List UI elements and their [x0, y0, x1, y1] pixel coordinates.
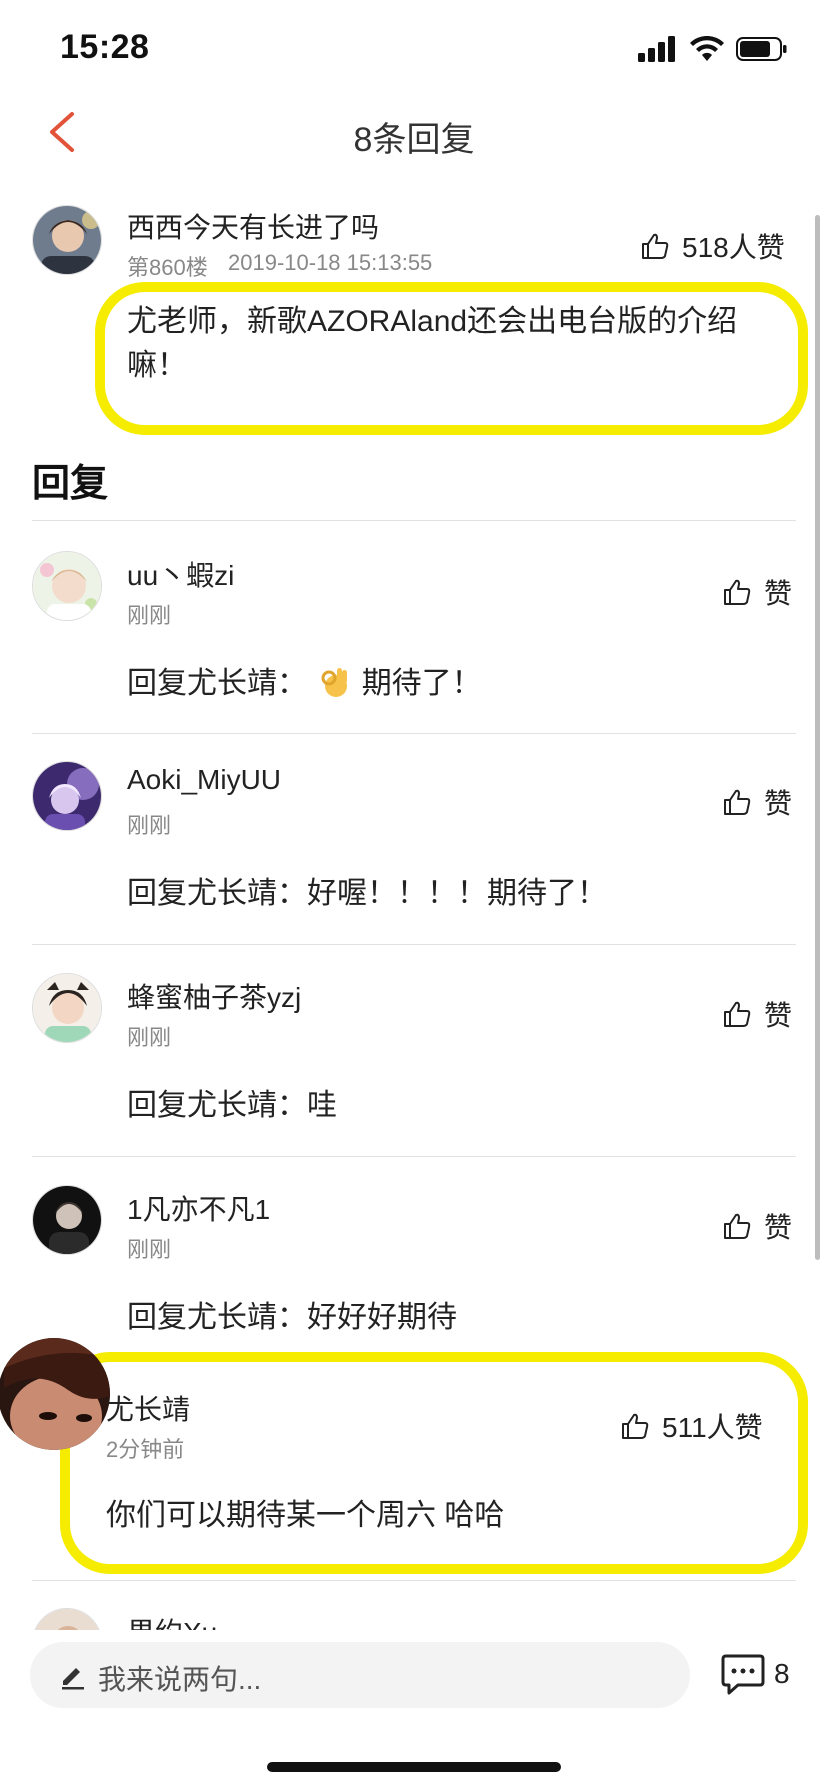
floor-number: 第860楼 — [127, 255, 208, 280]
divider — [32, 1580, 796, 1581]
reply-text: 你们可以期待某一个周六 哈哈 — [106, 1499, 505, 1532]
reply-time: 刚刚 — [127, 1025, 172, 1050]
reply-time: 刚刚 — [127, 813, 172, 838]
like-button[interactable]: 赞 — [722, 782, 792, 822]
thumbs-up-icon — [724, 1001, 751, 1027]
thumbs-up-icon — [724, 789, 751, 815]
reply-text: 回复尤长靖：好好好期待 — [127, 1301, 457, 1334]
comment-icon — [721, 1654, 765, 1695]
like-button[interactable]: 511人赞 — [620, 1406, 763, 1446]
page-title: 8条回复 — [353, 121, 475, 159]
thumbs-up-icon — [622, 1413, 649, 1439]
user-name[interactable]: Aoki_MiyUU — [127, 764, 281, 796]
like-label: 赞 — [764, 1000, 793, 1031]
highlight-ring — [95, 282, 808, 435]
reply-time: 刚刚 — [127, 1237, 172, 1262]
divider — [32, 520, 796, 521]
divider — [32, 733, 796, 734]
reply-text-suffix: 期待了！ — [361, 667, 482, 700]
status-icons — [638, 36, 788, 62]
user-name[interactable]: 西西今天有长进了吗 — [127, 206, 379, 246]
comment-input[interactable]: 我来说两句... — [30, 1642, 690, 1708]
bottom-bar: 我来说两句... 8 — [0, 1630, 828, 1730]
avatar[interactable] — [32, 973, 102, 1043]
thumbs-up-icon — [724, 1213, 751, 1239]
thumbs-up-icon — [724, 579, 751, 605]
avatar[interactable] — [32, 551, 102, 621]
user-name[interactable]: 尤长靖 — [106, 1388, 190, 1428]
section-title: 回复 — [32, 463, 109, 505]
reply-text: 回复尤长靖：哇 — [127, 1089, 337, 1122]
home-indicator[interactable] — [267, 1762, 561, 1772]
reply-item: uu丶蝦zi 刚刚 赞 回复尤长靖： 期待了！ — [0, 548, 828, 758]
wifi-icon — [690, 36, 724, 61]
avatar[interactable] — [32, 761, 102, 831]
pencil-icon — [62, 1668, 84, 1690]
reply-item-author: 尤长靖 2分钟前 511人赞 你们可以期待某一个周六 哈哈 — [0, 1338, 828, 1548]
like-label: 赞 — [764, 578, 793, 609]
reply-time: 刚刚 — [127, 603, 172, 628]
reply-item: 蜂蜜柚子茶yzj 刚刚 赞 回复尤长靖：哇 — [0, 970, 828, 1180]
battery-icon — [736, 37, 787, 61]
nav-bar: 8条回复 — [0, 96, 828, 168]
like-button[interactable]: 赞 — [722, 994, 792, 1034]
comment-count: 8 — [774, 1658, 790, 1689]
avatar[interactable] — [32, 1185, 102, 1255]
thumbs-up-icon — [642, 233, 669, 259]
avatar[interactable] — [0, 1338, 110, 1450]
reply-text: 回复尤长靖： 期待了！ — [127, 658, 482, 702]
reply-text-prefix: 回复尤长靖： — [127, 667, 307, 700]
like-button[interactable]: 赞 — [722, 572, 792, 612]
divider — [32, 1156, 796, 1157]
like-count: 518人赞 — [682, 232, 785, 263]
timestamp: 2019-10-18 15:13:55 — [228, 250, 433, 275]
reply-item: Aoki_MiyUU 刚刚 赞 回复尤长靖：好喔！！！！期待了！ — [0, 758, 828, 968]
like-label: 赞 — [764, 788, 793, 819]
like-button[interactable]: 518人赞 — [640, 226, 785, 266]
comment-count-button[interactable]: 8 — [716, 1640, 816, 1710]
reply-text: 回复尤长靖：好喔！！！！期待了！ — [127, 877, 607, 910]
like-label: 赞 — [764, 1212, 793, 1243]
input-placeholder: 我来说两句... — [98, 1664, 262, 1695]
status-time: 15:28 — [60, 28, 150, 66]
avatar[interactable] — [32, 205, 102, 275]
user-name[interactable]: 1凡亦不凡1 — [127, 1188, 270, 1228]
user-name[interactable]: 蜂蜜柚子茶yzj — [127, 976, 301, 1016]
signal-icon — [638, 36, 675, 62]
ok-hand-emoji-icon — [321, 668, 348, 697]
like-count: 511人赞 — [662, 1412, 763, 1443]
reply-time: 2分钟前 — [106, 1437, 185, 1462]
user-name[interactable]: uu丶蝦zi — [127, 554, 234, 594]
divider — [32, 944, 796, 945]
status-bar: 15:28 — [0, 0, 828, 96]
like-button[interactable]: 赞 — [722, 1206, 792, 1246]
